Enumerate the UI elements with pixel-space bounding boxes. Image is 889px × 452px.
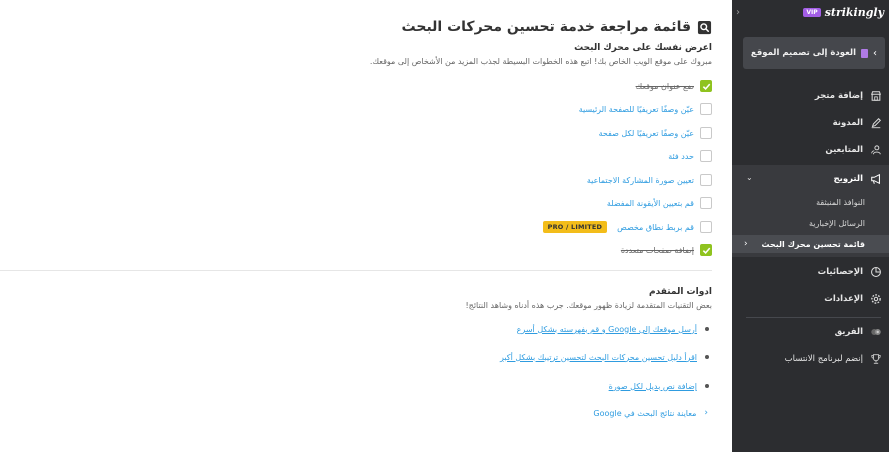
sidebar-item-affiliate[interactable]: إنضم لبرنامج الانتساب xyxy=(732,349,889,369)
checkbox[interactable] xyxy=(700,103,712,115)
advanced-item: أرسل موقعك إلى Google و قم بفهرسته بشكل … xyxy=(517,323,712,335)
sidebar-group-promotion: الترويج ⌄ النوافذ المنبثقة الرسائل الإخب… xyxy=(732,165,889,257)
sidebar-item-followers[interactable]: المتابعين xyxy=(732,140,889,160)
sidebar-item-label: الإحصائيات xyxy=(817,267,863,277)
sidebar-item-promotion[interactable]: الترويج ⌄ xyxy=(732,169,889,189)
checklist-label: إضافة صفحات متعددة xyxy=(620,245,694,255)
checkbox[interactable] xyxy=(700,197,712,209)
checkbox[interactable] xyxy=(700,174,712,186)
megaphone-icon xyxy=(871,173,880,185)
intro-heading: اعرض نفسك على محرك البحث xyxy=(574,43,712,53)
sidebar-item-label: الإعدادات xyxy=(824,294,863,304)
checklist-link[interactable]: قم بتعيين الأيقونة المفضلة xyxy=(607,199,694,208)
back-button-label: العودة إلى تصميم الموقع xyxy=(750,48,856,58)
sidebar-item-label: إضافة متجر xyxy=(814,91,863,101)
sidebar-subitem-popups[interactable]: النوافذ المنبثقة xyxy=(732,193,889,211)
brand-name: strikingly xyxy=(824,6,884,19)
chevron-left-icon: ‹ xyxy=(744,239,748,249)
bullet xyxy=(705,384,709,388)
sidebar-item-settings[interactable]: الإعدادات xyxy=(732,289,889,309)
sidebar-item-store[interactable]: إضافة متجر xyxy=(732,86,889,106)
checklist-item-category[interactable]: حدد فئة xyxy=(668,149,712,163)
sidebar: › VIP strikingly › العودة إلى تصميم المو… xyxy=(732,0,889,452)
sidebar-divider xyxy=(746,317,881,318)
checklist-item-favicon[interactable]: قم بتعيين الأيقونة المفضلة xyxy=(607,196,712,210)
document-icon xyxy=(861,48,868,58)
sidebar-subitem-label: النوافذ المنبثقة xyxy=(816,197,865,207)
advanced-link-google-submit[interactable]: أرسل موقعك إلى Google و قم بفهرسته بشكل … xyxy=(517,325,697,334)
vip-badge: VIP xyxy=(803,8,821,17)
checklist-link[interactable]: حدد فئة xyxy=(668,152,694,161)
advanced-item: اقرأ دليل تحسين محركات البحث لتحسين ترتي… xyxy=(500,351,712,363)
checklist-item-multiple-pages[interactable]: إضافة صفحات متعددة xyxy=(621,243,712,257)
sidebar-item-label: إنضم لبرنامج الانتساب xyxy=(784,354,863,364)
advanced-link-alt-text[interactable]: إضافة نص بديل لكل صورة xyxy=(609,382,697,391)
chevron-down-icon: ⌄ xyxy=(746,173,753,182)
sidebar-subitem-newsletters[interactable]: الرسائل الإخبارية xyxy=(732,214,889,232)
sidebar-item-label: الترويج xyxy=(833,174,863,184)
pro-limited-badge: PRO / LIMITED xyxy=(542,221,608,233)
checklist-link[interactable]: قم بربط نطاق مخصص xyxy=(617,223,694,232)
page-title-text: قائمة مراجعة خدمة تحسين محركات البحث xyxy=(401,19,691,35)
gear-icon xyxy=(871,294,881,304)
intro-description: مبروك على موقع الويب الخاص بك! اتبع هذه … xyxy=(369,57,712,66)
chevron-right-icon: › xyxy=(873,47,877,59)
checkbox[interactable] xyxy=(700,150,712,162)
sidebar-item-label: المتابعين xyxy=(825,145,863,155)
advanced-heading: ادوات المتقدم xyxy=(648,287,712,297)
pen-icon xyxy=(871,117,882,129)
sidebar-header: › VIP strikingly xyxy=(732,5,889,21)
advanced-link-seo-guide[interactable]: اقرأ دليل تحسين محركات البحث لتحسين ترتي… xyxy=(500,353,697,362)
checklist-item-page-description[interactable]: عيّن وصفًا تعريفيًا لكل صفحة xyxy=(599,126,712,140)
advanced-description: بعض التقنيات المتقدمة لزيادة ظهور موقعك.… xyxy=(465,301,712,310)
checkbox-checked[interactable] xyxy=(700,80,712,92)
sidebar-item-analytics[interactable]: الإحصائيات xyxy=(732,262,889,282)
checklist-item-social-image[interactable]: تعيين صورة المشاركة الاجتماعية xyxy=(587,173,712,187)
page-title: قائمة مراجعة خدمة تحسين محركات البحث xyxy=(402,16,712,38)
brand-logo: VIP strikingly xyxy=(803,6,884,19)
sidebar-subitem-label: الرسائل الإخبارية xyxy=(808,218,865,228)
checklist-item-home-description[interactable]: عيّن وصفًا تعريفيًا للصفحة الرئيسية xyxy=(579,102,712,116)
checklist-label: ضع عنوان موقعك xyxy=(635,81,694,91)
bullet xyxy=(705,355,709,359)
store-icon xyxy=(871,91,881,101)
check-icon xyxy=(702,247,710,254)
checklist-link[interactable]: عيّن وصفًا تعريفيًا لكل صفحة xyxy=(599,129,694,138)
google-preview-link[interactable]: ‹ معاينة نتائج البحث في Google xyxy=(593,407,708,419)
main-content: قائمة مراجعة خدمة تحسين محركات البحث اعر… xyxy=(0,0,732,452)
chevron-left-icon: ‹ xyxy=(704,408,708,418)
advanced-item: إضافة نص بديل لكل صورة xyxy=(609,380,712,392)
trophy-icon xyxy=(871,354,881,364)
section-divider xyxy=(0,270,712,271)
sidebar-subitem-seo-checklist[interactable]: قائمة تحسين محرك البحث ‹ xyxy=(732,235,889,253)
collapse-sidebar-icon[interactable]: › xyxy=(736,7,740,18)
checkbox[interactable] xyxy=(700,221,712,233)
team-icon xyxy=(871,329,881,335)
sidebar-item-label: المدونة xyxy=(832,118,863,128)
check-icon xyxy=(702,83,710,90)
bullet xyxy=(705,327,709,331)
pie-chart-icon xyxy=(871,267,881,277)
seo-search-icon xyxy=(697,20,712,34)
checklist-link[interactable]: تعيين صورة المشاركة الاجتماعية xyxy=(587,176,694,185)
checklist-item-custom-domain[interactable]: قم بربط نطاق مخصص PRO / LIMITED xyxy=(542,220,712,234)
sidebar-subitem-label: قائمة تحسين محرك البحث xyxy=(761,239,865,249)
sidebar-item-team[interactable]: الفريق xyxy=(732,322,889,342)
checklist-item-site-title[interactable]: ضع عنوان موقعك xyxy=(636,79,712,93)
sidebar-item-blog[interactable]: المدونة xyxy=(732,113,889,133)
checklist-link[interactable]: عيّن وصفًا تعريفيًا للصفحة الرئيسية xyxy=(579,105,694,114)
users-icon xyxy=(871,145,881,155)
google-preview-label[interactable]: معاينة نتائج البحث في Google xyxy=(593,409,696,418)
sidebar-item-label: الفريق xyxy=(834,327,863,337)
back-to-editor-button[interactable]: › العودة إلى تصميم الموقع xyxy=(743,37,885,69)
checkbox-checked[interactable] xyxy=(700,244,712,256)
checkbox[interactable] xyxy=(700,127,712,139)
